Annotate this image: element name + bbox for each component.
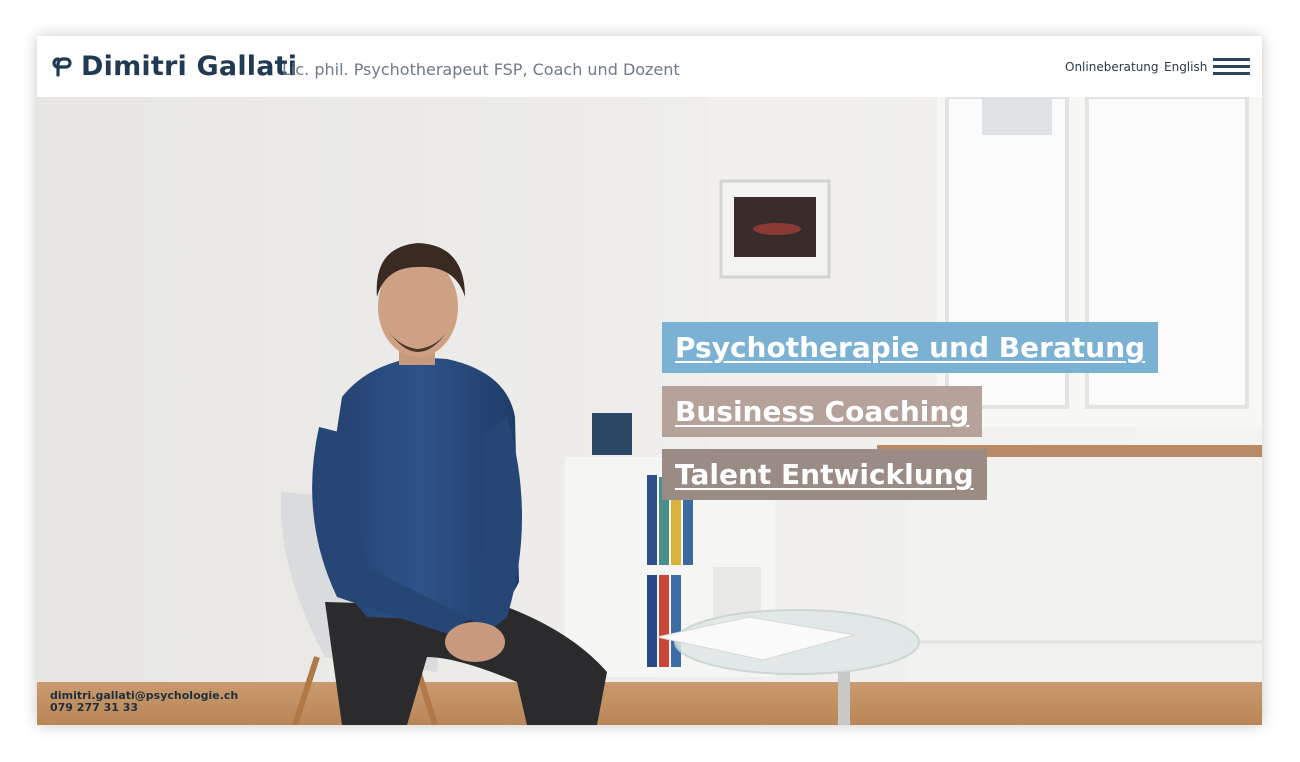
hero-section: Psychotherapie und Beratung Business Coa…: [37, 97, 1262, 725]
site-header: Dimitri Gallati Lic. phil. Psychotherape…: [37, 36, 1262, 97]
hamburger-menu-icon[interactable]: [1213, 58, 1250, 75]
language-switch-link[interactable]: English: [1164, 60, 1207, 74]
contact-phone-link[interactable]: 079 277 31 33: [50, 702, 238, 714]
service-talent-development-link[interactable]: Talent Entwicklung: [662, 449, 987, 500]
page-frame: Dimitri Gallati Lic. phil. Psychotherape…: [37, 36, 1262, 725]
hero-photo: [37, 97, 1262, 725]
logo-mark-icon: [52, 56, 72, 77]
logo[interactable]: Dimitri Gallati: [51, 51, 297, 82]
service-psychotherapy-link[interactable]: Psychotherapie und Beratung: [662, 322, 1159, 373]
contact-info: dimitri.gallati@psychologie.ch 079 277 3…: [50, 690, 238, 714]
nav-online-consulting-link[interactable]: Onlineberatung: [1065, 60, 1159, 74]
tagline: Lic. phil. Psychotherapeut FSP, Coach un…: [282, 60, 680, 79]
brand-name: Dimitri Gallati: [81, 51, 298, 82]
service-business-coaching-link[interactable]: Business Coaching: [662, 386, 983, 437]
